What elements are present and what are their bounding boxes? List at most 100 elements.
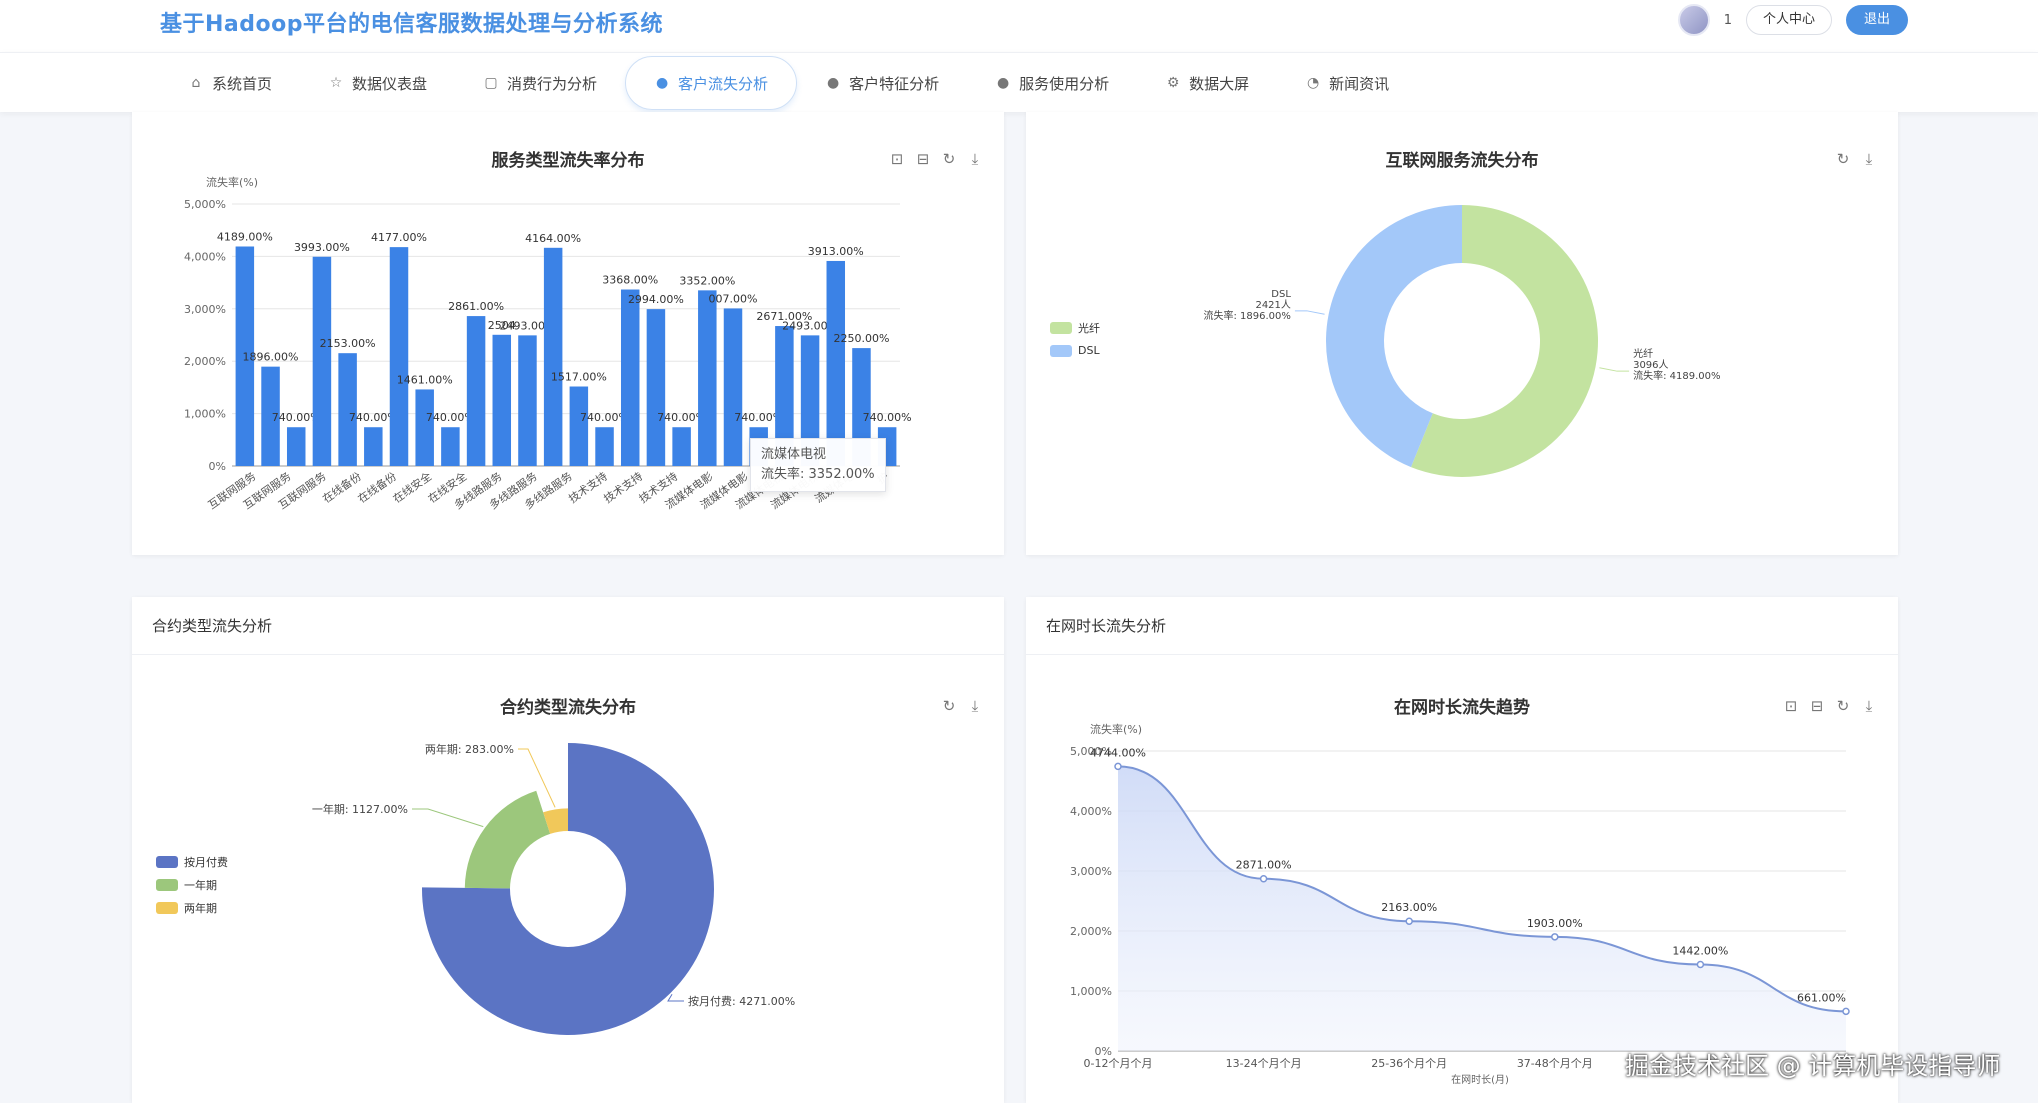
slice-label: 2421人 xyxy=(1255,299,1290,311)
chart-tooltip: 流媒体电视 流失率: 3352.00% xyxy=(750,438,886,492)
data-label: 1903.00% xyxy=(1527,917,1583,930)
bar xyxy=(723,308,743,466)
nav-item-label: 系统首页 xyxy=(212,74,273,93)
data-label: 4744.00% xyxy=(1090,746,1146,759)
bar xyxy=(595,427,614,466)
bar xyxy=(466,316,486,466)
nav-item-label: 客户特征分析 xyxy=(849,74,940,93)
y-tick-label: 2,000% xyxy=(1070,925,1112,938)
nav-item-news[interactable]: ◔ 新闻资讯 xyxy=(1277,56,1417,110)
bar xyxy=(826,260,846,466)
x-tick-label: 在线备份 xyxy=(355,469,399,506)
question-icon: ● xyxy=(826,75,840,91)
profile-button[interactable]: 个人中心 xyxy=(1745,5,1832,35)
tooltip-title: 流媒体电视 xyxy=(761,447,827,462)
data-label: 740.00% xyxy=(863,411,912,424)
slice-label: 一年期: 1127.00% xyxy=(312,802,408,816)
y-axis-label: 流失率(%) xyxy=(1090,722,1142,736)
y-tick-label: 3,000% xyxy=(1070,865,1112,878)
data-point xyxy=(1405,917,1413,925)
tenure-churn-area-chart[interactable]: 流失率(%)0%1,000%2,000%3,000%4,000%5,000%47… xyxy=(1026,597,1898,1103)
data-label: 4189.00% xyxy=(217,230,273,243)
data-label: 2871.00% xyxy=(1236,859,1292,872)
internet-churn-donut-chart[interactable]: 光纤3096人流失率: 4189.00% DSL2421人流失率: 1896.00… xyxy=(1026,112,1898,555)
x-axis-label: 在网时长(月) xyxy=(1451,1074,1509,1086)
x-tick-label: 在线安全 xyxy=(390,469,434,506)
data-label: 661.00% xyxy=(1797,991,1846,1004)
slice-label: 两年期: 283.00% xyxy=(425,742,514,756)
home-icon: ⌂ xyxy=(191,75,201,91)
nav-item-home[interactable]: ⌂ 系统首页 xyxy=(160,56,300,110)
x-tick-label: 0-12个月个月 xyxy=(1084,1057,1153,1070)
y-tick-label: 2,000% xyxy=(184,355,226,368)
nav-item-usage[interactable]: ● 服务使用分析 xyxy=(967,56,1137,110)
data-label: 2163.00% xyxy=(1381,901,1437,914)
logout-button[interactable]: 退出 xyxy=(1845,5,1908,35)
bar xyxy=(441,427,460,466)
slice-label: 流失率: 1896.00% xyxy=(1204,309,1291,322)
nav-item-features[interactable]: ● 客户特征分析 xyxy=(797,56,967,110)
bar xyxy=(698,290,717,466)
bar xyxy=(569,386,589,466)
data-label: 3993.00% xyxy=(294,241,350,254)
area-fill xyxy=(1118,766,1846,1051)
data-label: 3352.00% xyxy=(679,274,735,287)
data-label: 2153.00% xyxy=(320,337,376,350)
data-label: 2994.00% xyxy=(628,293,684,306)
x-tick-label: 技术支持 xyxy=(601,469,645,506)
tooltip-value: 流失率: 3352.00% xyxy=(761,467,875,482)
data-label: 007.00% xyxy=(709,292,758,305)
rose-slice xyxy=(464,790,551,889)
bar xyxy=(646,309,666,466)
data-label: 2250.00% xyxy=(833,332,889,345)
y-tick-label: 3,000% xyxy=(184,303,226,316)
y-tick-label: 0% xyxy=(209,460,226,473)
data-label: 1517.00% xyxy=(551,371,607,384)
x-tick-label: 技术支持 xyxy=(566,469,610,506)
nav-item-label: 新闻资讯 xyxy=(1329,74,1390,93)
watermark: 掘金技术社区 @ 计算机毕设指导师 xyxy=(1625,1052,2001,1080)
tenure-churn-card: 在网时长流失分析 在网时长流失趋势 ⊡ ⊟ ↻ ⤓ 流失率(%) 0% 1,000%… xyxy=(1026,597,1898,1103)
user-name: 1 xyxy=(1723,12,1732,28)
y-tick-label: 1,000% xyxy=(1070,985,1112,998)
bar xyxy=(620,289,640,466)
data-label: 3368.00% xyxy=(602,274,658,287)
label-line xyxy=(1294,310,1325,315)
avatar[interactable] xyxy=(1677,4,1710,36)
app-header: 基于Hadoop平台的电信客服数据处理与分析系统 1 个人中心 退出 xyxy=(0,0,2038,52)
x-tick-label: 13-24个月个月 xyxy=(1226,1057,1302,1070)
y-tick-label: 4,000% xyxy=(1070,805,1112,818)
slice-label: 光纤 xyxy=(1633,347,1653,360)
bar xyxy=(364,427,383,466)
bar xyxy=(415,389,434,466)
info-icon: ● xyxy=(996,75,1010,91)
bar xyxy=(492,334,512,466)
nav-item-dashboard[interactable]: ☆ 数据仪表盘 xyxy=(300,56,455,110)
x-tick-label: 25-36个月个月 xyxy=(1371,1057,1447,1070)
x-tick-label: 在线备份 xyxy=(320,469,364,506)
nav-item-bigscreen[interactable]: ⚙ 数据大屏 xyxy=(1137,56,1277,110)
app-title: 基于Hadoop平台的电信客服数据处理与分析系统 xyxy=(160,12,663,37)
bar xyxy=(338,353,357,466)
nav-item-consumption[interactable]: ▢ 消费行为分析 xyxy=(455,56,625,110)
alert-icon: ● xyxy=(655,75,669,91)
slice-label: 流失率: 4189.00% xyxy=(1633,369,1720,382)
nav-item-label: 客户流失分析 xyxy=(678,74,769,93)
data-point xyxy=(1842,1007,1850,1016)
nav-item-label: 数据大屏 xyxy=(1189,74,1250,93)
data-label: 4164.00% xyxy=(525,232,581,245)
label-line xyxy=(412,808,484,828)
y-tick-label: 4,000% xyxy=(184,250,226,263)
data-label: 3913.00% xyxy=(808,245,864,258)
gear-icon: ⚙ xyxy=(1166,75,1180,91)
data-point xyxy=(1259,874,1268,883)
contract-churn-rose-chart[interactable]: 按月付费: 4271.00% 一年期: 1127.00% 两年期: 283.00% xyxy=(132,597,1004,1103)
star-icon: ☆ xyxy=(329,75,343,91)
nav-item-label: 数据仪表盘 xyxy=(352,74,428,93)
main-nav: ⌂ 系统首页 ☆ 数据仪表盘 ▢ 消费行为分析 ● 客户流失分析 ● 客户特征分析 ● 服务… xyxy=(0,52,2038,112)
slice-label: 3096人 xyxy=(1633,359,1668,371)
x-tick-label: 37-48个月个月 xyxy=(1517,1057,1593,1070)
service-churn-card: 服务类型流失率分布 ⊡ ⊟ ↻ ⤓ 流失率(%) 0% 1,000% 2,000% 3,… xyxy=(132,112,1004,555)
nav-item-churn[interactable]: ● 客户流失分析 xyxy=(625,56,798,110)
internet-churn-card: 互联网服务流失分布 ↻ ⤓ 光纤 DSL 光纤 3096人 流失率: 4189.00… xyxy=(1026,112,1898,555)
